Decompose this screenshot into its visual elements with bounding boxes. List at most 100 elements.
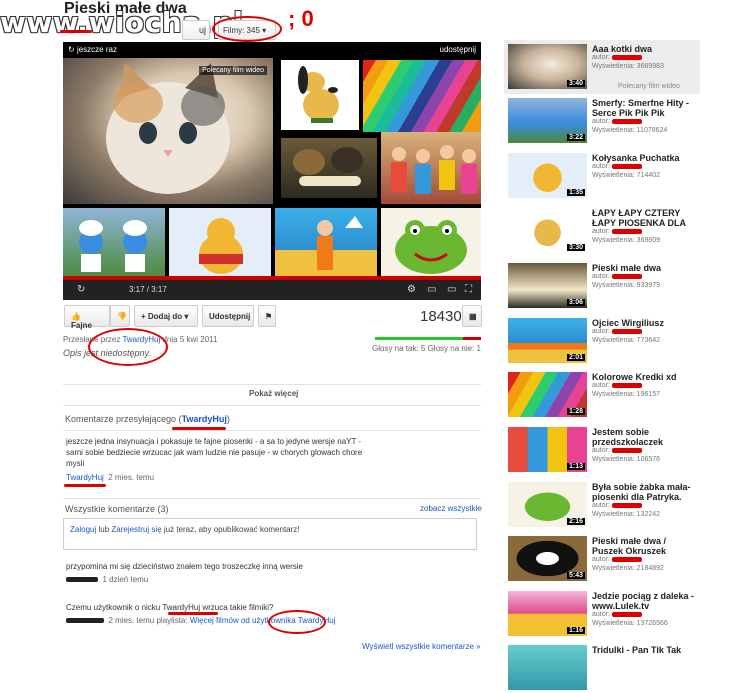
video-title[interactable]: Jestem sobie przedszkolaczek — [592, 427, 697, 447]
register-link[interactable]: Zarejestruj się — [111, 525, 161, 534]
video-thumbnail[interactable]: 3:40 — [508, 44, 587, 89]
dislike-button[interactable]: 👎 — [110, 305, 130, 327]
related-video-item[interactable]: 3:06 Pieski małe dwa autor: Wyświetlenia: … — [505, 261, 699, 311]
related-video-item[interactable]: 1:13 Jestem sobie przedszkolaczek autor: W… — [505, 425, 699, 475]
video-views: Wyświetlenia: 106576 — [592, 456, 661, 463]
video-thumbnail[interactable]: 3:22 — [508, 98, 587, 143]
share-link[interactable]: udostępnij — [440, 45, 476, 55]
divider — [63, 430, 481, 431]
video-player[interactable]: ↻ jeszcze raz udostępnij Polecany film w… — [63, 42, 481, 300]
video-title[interactable]: ŁAPY ŁAPY CZTERY ŁAPY PIOSENKA DLA — [592, 208, 697, 228]
replay-label[interactable]: jeszcze raz — [77, 45, 117, 54]
author-redacted — [611, 611, 642, 617]
login-link[interactable]: Zaloguj — [70, 525, 96, 534]
thumb-smurfs[interactable] — [63, 208, 165, 278]
divider — [63, 384, 481, 385]
video-author: autor: — [592, 328, 642, 335]
video-title[interactable]: Kolorowe Kredki xd — [592, 372, 697, 382]
related-video-item[interactable]: Tridulki - Pan Tik Tak — [505, 643, 699, 693]
thumbs-up-icon: 👍 — [71, 312, 81, 321]
video-title[interactable]: Aaa kotki dwa — [592, 44, 697, 54]
add-to-button[interactable]: + Dodaj do ▾ — [134, 305, 198, 327]
video-thumbnail[interactable]: 1:13 — [508, 427, 587, 472]
video-title[interactable]: Pieski małe dwa / Puszek Okruszek — [592, 536, 697, 556]
comment-author-link[interactable]: TwardyHuj — [66, 473, 104, 482]
duration-badge: 1:13 — [566, 463, 585, 470]
video-title[interactable]: Ojciec Wirgiliusz — [592, 318, 697, 328]
video-views: Wyświetlenia: 3669983 — [592, 63, 664, 70]
related-video-item[interactable]: 2:01 Ojciec Wirgiliusz autor: Wyświetlenia… — [505, 316, 699, 366]
annotation-circle — [268, 610, 326, 634]
duration-badge: 3:30 — [566, 244, 585, 251]
window-icon[interactable]: ▭ — [427, 284, 436, 295]
video-thumbnail[interactable]: 2:01 — [508, 318, 587, 363]
author-redacted — [66, 577, 98, 583]
author-redacted — [611, 502, 642, 508]
video-thumbnail[interactable]: 1:35 — [508, 153, 587, 198]
heading-uploader-link[interactable]: TwardyHuj — [182, 414, 227, 424]
thumb-dogs[interactable] — [281, 138, 377, 198]
video-title[interactable]: Pieski małe dwa — [592, 263, 697, 273]
replay-icon[interactable]: ↻ — [68, 45, 75, 54]
share-button[interactable]: Udostępnij — [202, 305, 254, 327]
show-all-comments-link[interactable]: Wyświetl wszystkie komentarze » — [362, 642, 481, 651]
subscribe-button[interactable]: uj — [182, 20, 210, 40]
thumb-frog[interactable] — [381, 208, 481, 278]
fullscreen-icon[interactable]: ⛶ — [465, 284, 472, 295]
related-video-item[interactable]: 1:16 Jedzie pociąg z daleka - www.Lulek.t… — [505, 589, 699, 639]
video-thumbnail[interactable]: 1:28 — [508, 372, 587, 417]
thumb-girl[interactable] — [275, 208, 377, 278]
expand-icon[interactable]: ▭ — [447, 284, 456, 295]
like-button[interactable]: 👍 Fajne — [64, 305, 110, 330]
flag-icon: ⚑ — [265, 312, 273, 321]
see-all-link[interactable]: zobacz wszystkie — [420, 504, 482, 513]
video-title[interactable]: Jedzie pociąg z daleka - www.Lulek.tv — [592, 591, 697, 611]
show-more-button[interactable]: Pokaż więcej — [249, 389, 298, 398]
author-redacted — [611, 382, 642, 388]
video-author: autor: — [592, 118, 642, 125]
related-video-item[interactable]: 3:22 Smerfy: Smerfne Hity - Serce Pik Pik… — [505, 96, 699, 146]
uploader-comment-meta: TwardyHuj 2 mies. temu — [66, 473, 154, 482]
stats-button[interactable]: ▦ — [462, 305, 482, 327]
video-author: autor: — [592, 382, 642, 389]
comment-text: Czemu użytkownik o nicku TwardyHuj wrzuc… — [66, 603, 274, 612]
video-thumbnail[interactable]: 3:06 — [508, 263, 587, 308]
related-video-item[interactable]: 5:43 Pieski małe dwa / Puszek Okruszek aut… — [505, 534, 699, 584]
replay-icon[interactable]: ↻ — [77, 284, 85, 295]
duration-badge: 2:01 — [566, 354, 585, 361]
video-author: autor: — [592, 502, 642, 509]
video-title[interactable]: Tridulki - Pan Tik Tak — [592, 645, 697, 655]
gear-icon[interactable]: ⚙ — [407, 284, 416, 295]
video-thumbnail[interactable]: 1:16 — [508, 591, 587, 636]
divider — [63, 498, 481, 499]
related-video-item[interactable]: 3:40 Aaa kotki dwa autor: Wyświetlenia: 36… — [505, 42, 699, 92]
related-video-item[interactable]: 1:28 Kolorowe Kredki xd autor: Wyświetleni… — [505, 370, 699, 420]
thumb-pooh[interactable] — [169, 208, 271, 278]
video-thumbnail[interactable]: 5:43 — [508, 536, 587, 581]
thumb-pluto[interactable] — [281, 60, 359, 130]
like-label: Fajne — [71, 321, 92, 330]
comment-box[interactable]: Zaloguj lub Zarejestruj się już teraz, a… — [63, 518, 477, 550]
related-video-item[interactable]: 2:16 Była sobie żabka mała-piosenki dla P… — [505, 480, 699, 530]
author-redacted — [611, 118, 642, 124]
video-thumbnail[interactable]: 3:30 — [508, 208, 587, 253]
thumb-crayons[interactable] — [363, 60, 481, 132]
heading-suffix: ) — [226, 414, 230, 424]
video-thumbnail[interactable] — [508, 645, 587, 690]
video-author: autor: — [592, 228, 642, 235]
annotation-circle — [212, 16, 282, 42]
related-video-item[interactable]: 3:30 ŁAPY ŁAPY CZTERY ŁAPY PIOSENKA DLA au… — [505, 206, 699, 256]
related-video-item[interactable]: 1:35 Kołysanka Puchatka autor: Wyświetleni… — [505, 151, 699, 201]
video-thumbnail[interactable]: 2:16 — [508, 482, 587, 527]
video-title[interactable]: Smerfy: Smerfne Hity - Serce Pik Pik Pik — [592, 98, 697, 118]
video-title[interactable]: Była sobie żabka mała-piosenki dla Patry… — [592, 482, 697, 502]
video-author: autor: — [592, 54, 642, 61]
flag-button[interactable]: ⚑ — [258, 305, 276, 327]
author-label: autor: — [592, 118, 612, 125]
author-redacted — [66, 618, 104, 624]
video-views: Wyświetlenia: 714402 — [592, 172, 661, 179]
thumb-kitten[interactable]: Polecany film wideo — [63, 58, 273, 204]
video-views: Wyświetlenia: 773642 — [592, 337, 661, 344]
thumb-kids[interactable] — [381, 132, 481, 204]
video-title[interactable]: Kołysanka Puchatka — [592, 153, 697, 163]
